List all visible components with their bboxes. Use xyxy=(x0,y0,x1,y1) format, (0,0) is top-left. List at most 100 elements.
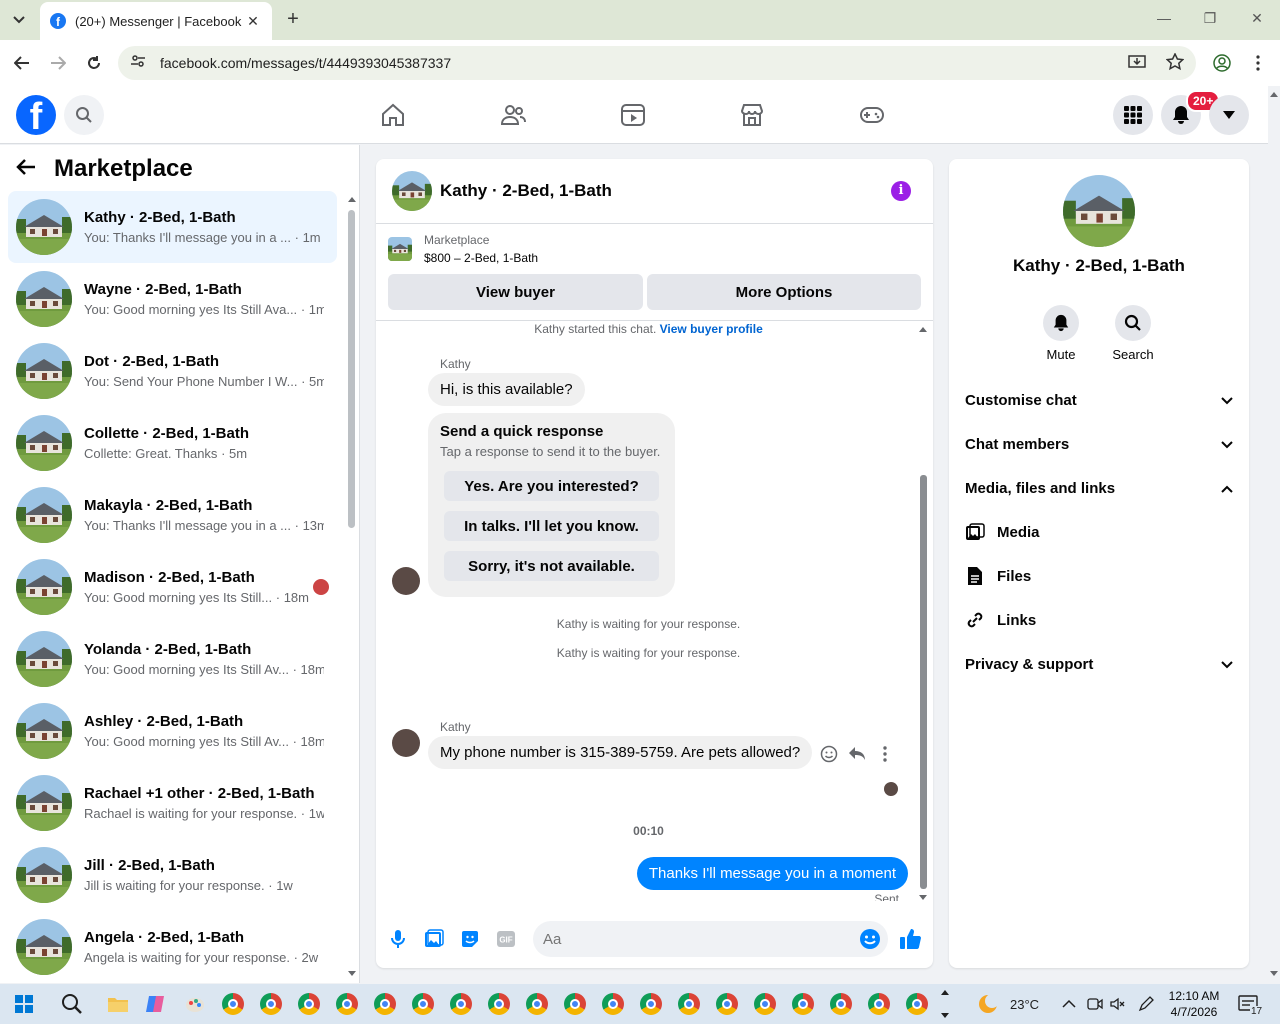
chrome-taskbar-icon[interactable] xyxy=(259,992,283,1016)
quick-response-yes-button[interactable]: Yes. Are you interested? xyxy=(444,471,659,501)
quick-response-sorry-button[interactable]: Sorry, it's not available. xyxy=(444,551,659,581)
view-buyer-button[interactable]: View buyer xyxy=(388,274,643,310)
notification-center-icon[interactable]: 17 xyxy=(1238,984,1264,1024)
chrome-taskbar-icon[interactable] xyxy=(411,992,435,1016)
reload-button[interactable] xyxy=(83,52,105,74)
tab-close-icon[interactable]: ✕ xyxy=(244,13,262,30)
conversation-item[interactable]: Jill · 2-Bed, 1-Bath Jill is waiting for … xyxy=(8,839,337,911)
conversation-item[interactable]: Rachael +1 other · 2-Bed, 1-Bath Rachael … xyxy=(8,767,337,839)
windows-start-icon[interactable] xyxy=(12,992,36,1016)
files-item[interactable]: Files xyxy=(965,565,1031,587)
tray-chevron-icon[interactable] xyxy=(1062,984,1076,1024)
view-buyer-profile-link[interactable]: View buyer profile xyxy=(660,322,763,336)
chrome-taskbar-icon[interactable] xyxy=(449,992,473,1016)
conversation-item[interactable]: Wayne · 2-Bed, 1-Bath You: Good morning y… xyxy=(8,263,337,335)
bookmark-star-icon[interactable] xyxy=(1165,52,1185,76)
volume-muted-icon[interactable] xyxy=(1110,984,1126,1024)
facebook-logo[interactable]: f xyxy=(16,95,56,135)
chrome-taskbar-icon[interactable] xyxy=(563,992,587,1016)
more-actions-icon[interactable] xyxy=(874,743,896,765)
address-bar[interactable]: facebook.com/messages/t/4449393045387337 xyxy=(118,46,1196,80)
file-explorer-icon[interactable] xyxy=(106,992,130,1016)
forward-button[interactable] xyxy=(47,52,69,74)
conversation-item[interactable]: Collette · 2-Bed, 1-Bath Collette: Great.… xyxy=(8,407,337,479)
chrome-taskbar-icon[interactable] xyxy=(791,992,815,1016)
media-item[interactable]: Media xyxy=(965,521,1040,543)
chrome-taskbar-icon[interactable] xyxy=(753,992,777,1016)
chrome-taskbar-icon[interactable] xyxy=(677,992,701,1016)
profile-avatar[interactable] xyxy=(1063,175,1135,247)
home-icon[interactable] xyxy=(376,98,410,132)
profile-icon[interactable] xyxy=(1211,52,1233,74)
tab-search-button[interactable] xyxy=(6,8,32,32)
marketplace-icon[interactable] xyxy=(735,98,769,132)
taskbar-scroll-down-icon[interactable] xyxy=(940,1012,950,1020)
copilot-icon[interactable] xyxy=(143,992,167,1016)
react-emoji-icon[interactable] xyxy=(818,743,840,765)
meet-now-icon[interactable] xyxy=(1087,984,1103,1024)
chrome-taskbar-icon[interactable] xyxy=(335,992,359,1016)
back-button[interactable] xyxy=(11,52,33,74)
account-menu-icon[interactable] xyxy=(1209,95,1249,135)
buyer-avatar[interactable] xyxy=(392,729,420,757)
taskbar-scroll-up-icon[interactable] xyxy=(940,988,950,996)
links-item[interactable]: Links xyxy=(965,609,1036,631)
site-info-icon[interactable] xyxy=(130,53,146,74)
restore-button[interactable]: ❐ xyxy=(1200,10,1220,27)
friends-icon[interactable] xyxy=(496,98,530,132)
message-input[interactable] xyxy=(533,921,888,957)
incoming-message[interactable]: Hi, is this available? xyxy=(428,373,585,406)
video-icon[interactable] xyxy=(616,98,650,132)
reply-icon[interactable] xyxy=(846,743,868,765)
chrome-taskbar-icon[interactable] xyxy=(221,992,245,1016)
media-files-links-section[interactable]: Media, files and links xyxy=(965,477,1233,499)
chat-scrollbar[interactable] xyxy=(920,475,927,889)
photo-icon[interactable] xyxy=(422,927,446,951)
quick-response-talks-button[interactable]: In talks. I'll let you know. xyxy=(444,511,659,541)
thumbs-up-icon[interactable] xyxy=(898,927,922,951)
outgoing-message[interactable]: Thanks I'll message you in a moment xyxy=(636,857,908,890)
sticker-icon[interactable] xyxy=(458,927,482,951)
emoji-icon[interactable] xyxy=(858,927,882,951)
conversation-item[interactable]: Yolanda · 2-Bed, 1-Bath You: Good morning… xyxy=(8,623,337,695)
chrome-taskbar-icon[interactable] xyxy=(905,992,929,1016)
back-arrow-icon[interactable] xyxy=(16,158,36,181)
conversation-item[interactable]: Kathy · 2-Bed, 1-Bath You: Thanks I'll me… xyxy=(8,191,337,263)
chrome-taskbar-icon[interactable] xyxy=(829,992,853,1016)
gaming-icon[interactable] xyxy=(855,98,889,132)
conversation-item[interactable]: Angela · 2-Bed, 1-Bath Angela is waiting … xyxy=(8,911,337,983)
microphone-icon[interactable] xyxy=(386,927,410,951)
weather-temperature[interactable]: 23°C xyxy=(1010,984,1039,1024)
clock[interactable]: 12:10 AM 4/7/2026 xyxy=(1164,988,1224,1020)
sidebar-scrollbar[interactable] xyxy=(348,210,355,528)
mute-button[interactable]: Mute xyxy=(1031,305,1091,362)
incoming-message[interactable]: My phone number is 315-389-5759. Are pet… xyxy=(428,736,813,769)
listing-info[interactable]: Marketplace $800 – 2-Bed, 1-Bath xyxy=(388,233,538,265)
minimize-button[interactable]: — xyxy=(1154,10,1174,26)
close-window-button[interactable]: ✕ xyxy=(1247,10,1267,27)
menu-grid-icon[interactable] xyxy=(1113,95,1153,135)
chrome-taskbar-icon[interactable] xyxy=(525,992,549,1016)
browser-tab[interactable]: f (20+) Messenger | Facebook ✕ xyxy=(40,2,272,40)
page-scrollbar[interactable] xyxy=(1268,86,1280,984)
chrome-taskbar-icon[interactable] xyxy=(639,992,663,1016)
chrome-taskbar-icon[interactable] xyxy=(867,992,891,1016)
paint-app-icon[interactable] xyxy=(183,992,207,1016)
sidebar-scroll-up-icon[interactable] xyxy=(347,195,357,203)
chrome-taskbar-icon[interactable] xyxy=(601,992,625,1016)
chrome-taskbar-icon[interactable] xyxy=(373,992,397,1016)
new-tab-button[interactable]: + xyxy=(282,8,304,30)
conversation-item[interactable]: Dot · 2-Bed, 1-Bath You: Send Your Phone … xyxy=(8,335,337,407)
chrome-taskbar-icon[interactable] xyxy=(487,992,511,1016)
page-scroll-up-icon[interactable] xyxy=(1269,90,1279,98)
conversation-item[interactable]: Ashley · 2-Bed, 1-Bath You: Good morning … xyxy=(8,695,337,767)
chat-members-section[interactable]: Chat members xyxy=(965,433,1233,455)
privacy-support-section[interactable]: Privacy & support xyxy=(965,653,1233,675)
conversation-item[interactable]: Madison · 2-Bed, 1-Bath You: Good morning… xyxy=(8,551,337,623)
install-app-icon[interactable] xyxy=(1128,53,1146,76)
buyer-avatar[interactable] xyxy=(392,567,420,595)
sidebar-scroll-down-icon[interactable] xyxy=(347,970,357,978)
browser-menu-icon[interactable] xyxy=(1247,52,1269,74)
search-icon[interactable] xyxy=(64,95,104,135)
customise-chat-section[interactable]: Customise chat xyxy=(965,389,1233,411)
